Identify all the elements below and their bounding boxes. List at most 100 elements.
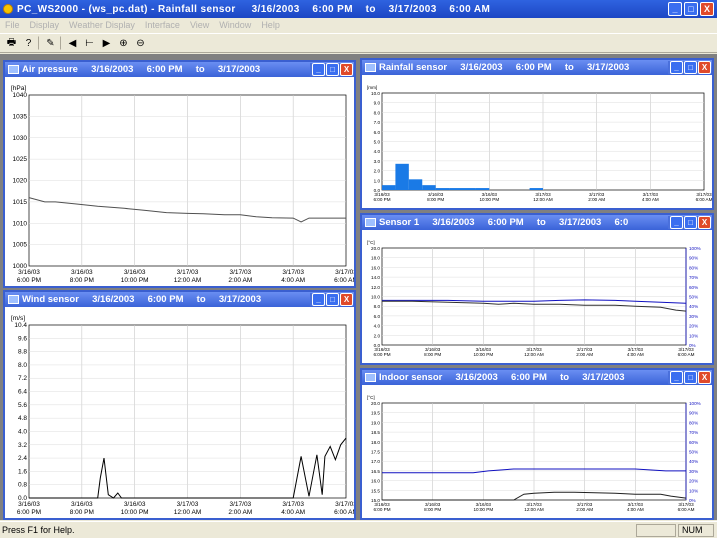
y-tick-label: 2.4	[18, 455, 27, 462]
app-title: PC_WS2000 - (ws_pc.dat) - Rainfall senso…	[17, 3, 491, 15]
y-axis-label: [hPa]	[11, 85, 26, 92]
minimize-button[interactable]: _	[312, 63, 325, 76]
y-tick-label: 15.5	[371, 488, 380, 493]
x-tick-time: 12:00 AM	[174, 277, 201, 284]
rainfall-sensor-chart: 0.01.02.03.04.05.06.07.08.09.010.0[mm]3/…	[367, 85, 712, 202]
indoor-sensor-chart: 15.015.516.016.517.017.518.018.519.019.5…	[367, 395, 701, 512]
zoom-in-icon[interactable]: ⊕	[116, 36, 131, 51]
wind-sensor-window[interactable]: Wind sensor 3/16/2003 6:00 PM to 3/17/20…	[3, 290, 356, 520]
y-tick-label: 10.0	[371, 295, 380, 300]
maximize-button[interactable]: □	[326, 63, 339, 76]
y2-tick-label: 70%	[689, 430, 698, 435]
close-button[interactable]: X	[340, 293, 353, 306]
maximize-button[interactable]: □	[684, 216, 697, 229]
y2-tick-label: 100%	[689, 401, 701, 406]
y2-tick-label: 50%	[689, 295, 698, 300]
y-tick-label: 1005	[13, 242, 28, 249]
chart-icon	[365, 373, 376, 382]
x-tick-time: 6:00 AM	[696, 197, 712, 202]
x-tick-time: 2:00 AM	[576, 507, 593, 512]
y2-tick-label: 100%	[689, 246, 701, 251]
y2-tick-label: 80%	[689, 420, 698, 425]
zoom-out-icon[interactable]: ⊖	[133, 36, 148, 51]
y2-tick-label: 30%	[689, 314, 698, 319]
minimize-button[interactable]: _	[670, 371, 683, 384]
y-tick-label: 16.0	[371, 265, 380, 270]
rain-bar	[395, 163, 409, 190]
x-tick-time: 10:00 PM	[473, 352, 493, 357]
y-tick-label: 7.2	[18, 375, 27, 382]
rainfall-sensor-window[interactable]: Rainfall sensor 3/16/2003 6:00 PM to 3/1…	[360, 58, 714, 210]
y-tick-label: 3.2	[18, 442, 27, 449]
y-tick-label: 17.5	[371, 450, 380, 455]
y-tick-label: 10.0	[371, 91, 380, 96]
rain-bar	[435, 188, 450, 190]
minimize-button[interactable]: _	[670, 216, 683, 229]
y-tick-label: 1.6	[18, 468, 27, 475]
help-pointer-icon[interactable]: ?	[21, 36, 36, 51]
menu-item-file[interactable]: File	[5, 20, 20, 30]
maximize-button[interactable]: □	[684, 2, 698, 16]
y-tick-label: 12.0	[371, 285, 380, 290]
x-tick-date: 3/16/03	[124, 269, 146, 276]
menu-item-weather-display[interactable]: Weather Display	[69, 20, 135, 30]
close-button[interactable]: X	[698, 216, 711, 229]
x-tick-time: 8:00 PM	[424, 352, 441, 357]
print-icon[interactable]: 🖶	[4, 36, 19, 51]
air-pressure-titlebar[interactable]: Air pressure 3/16/2003 6:00 PM to 3/17/2…	[5, 62, 354, 77]
x-tick-time: 4:00 AM	[627, 352, 644, 357]
minimize-button[interactable]: _	[670, 61, 683, 74]
maximize-button[interactable]: □	[684, 61, 697, 74]
y-tick-label: 6.0	[374, 130, 381, 135]
indoor-sensor-window[interactable]: Indoor sensor 3/16/2003 6:00 PM to 3/17/…	[360, 368, 714, 520]
x-tick-date: 3/16/03	[124, 501, 146, 508]
air-pressure-window[interactable]: Air pressure 3/16/2003 6:00 PM to 3/17/2…	[3, 60, 356, 288]
menu-item-view[interactable]: View	[190, 20, 209, 30]
rain-bar	[382, 185, 396, 190]
x-tick-time: 10:00 PM	[473, 507, 493, 512]
x-tick-date: 3/17/03	[335, 501, 354, 508]
arrow-right-icon[interactable]: ▶	[99, 36, 114, 51]
x-tick-date: 3/17/03	[229, 269, 251, 276]
app-titlebar[interactable]: PC_WS2000 - (ws_pc.dat) - Rainfall senso…	[0, 0, 717, 18]
y2-tick-label: 70%	[689, 275, 698, 280]
close-button[interactable]: X	[700, 2, 714, 16]
y-tick-label: 1.0	[374, 178, 381, 183]
y-tick-label: 1030	[13, 135, 28, 142]
close-button[interactable]: X	[698, 371, 711, 384]
y-tick-label: 18.0	[371, 256, 380, 261]
edit-icon[interactable]: ✎	[43, 36, 58, 51]
rainfall-sensor-titlebar[interactable]: Rainfall sensor 3/16/2003 6:00 PM to 3/1…	[362, 60, 712, 75]
indoor-sensor-titlebar[interactable]: Indoor sensor 3/16/2003 6:00 PM to 3/17/…	[362, 370, 712, 385]
maximize-button[interactable]: □	[326, 293, 339, 306]
arrow-left-icon[interactable]: ◀	[65, 36, 80, 51]
y-tick-label: 16.0	[371, 479, 380, 484]
status-pane	[636, 523, 676, 537]
y-tick-label: 5.0	[374, 140, 381, 145]
y-tick-label: 2.0	[374, 333, 381, 338]
menu-item-display[interactable]: Display	[30, 20, 60, 30]
wind-sensor-chart: 0.00.81.62.43.24.04.85.66.47.28.08.89.61…	[11, 315, 354, 516]
wind-sensor-titlebar[interactable]: Wind sensor 3/16/2003 6:00 PM to 3/17/20…	[5, 292, 354, 307]
y2-tick-label: 60%	[689, 440, 698, 445]
x-tick-time: 2:00 AM	[228, 509, 252, 516]
range-icon[interactable]: ⊢	[82, 36, 97, 51]
y2-tick-label: 20%	[689, 324, 698, 329]
chart-icon	[365, 63, 376, 72]
minimize-button[interactable]: _	[668, 2, 682, 16]
menu-item-interface[interactable]: Interface	[145, 20, 180, 30]
y-tick-label: 8.8	[18, 349, 27, 356]
maximize-button[interactable]: □	[684, 371, 697, 384]
y-axis-label: [m/s]	[11, 315, 25, 322]
sensor-1-titlebar[interactable]: Sensor 1 3/16/2003 6:00 PM to 3/17/2003 …	[362, 215, 712, 230]
y-tick-label: 1010	[13, 220, 28, 227]
sensor-1-window[interactable]: Sensor 1 3/16/2003 6:00 PM to 3/17/2003 …	[360, 213, 714, 365]
close-button[interactable]: X	[698, 61, 711, 74]
menu-item-window[interactable]: Window	[219, 20, 251, 30]
y-tick-label: 8.0	[374, 110, 381, 115]
minimize-button[interactable]: _	[312, 293, 325, 306]
y-tick-label: 7.0	[374, 120, 381, 125]
close-button[interactable]: X	[340, 63, 353, 76]
menu-item-help[interactable]: Help	[261, 20, 280, 30]
y2-tick-label: 90%	[689, 256, 698, 261]
